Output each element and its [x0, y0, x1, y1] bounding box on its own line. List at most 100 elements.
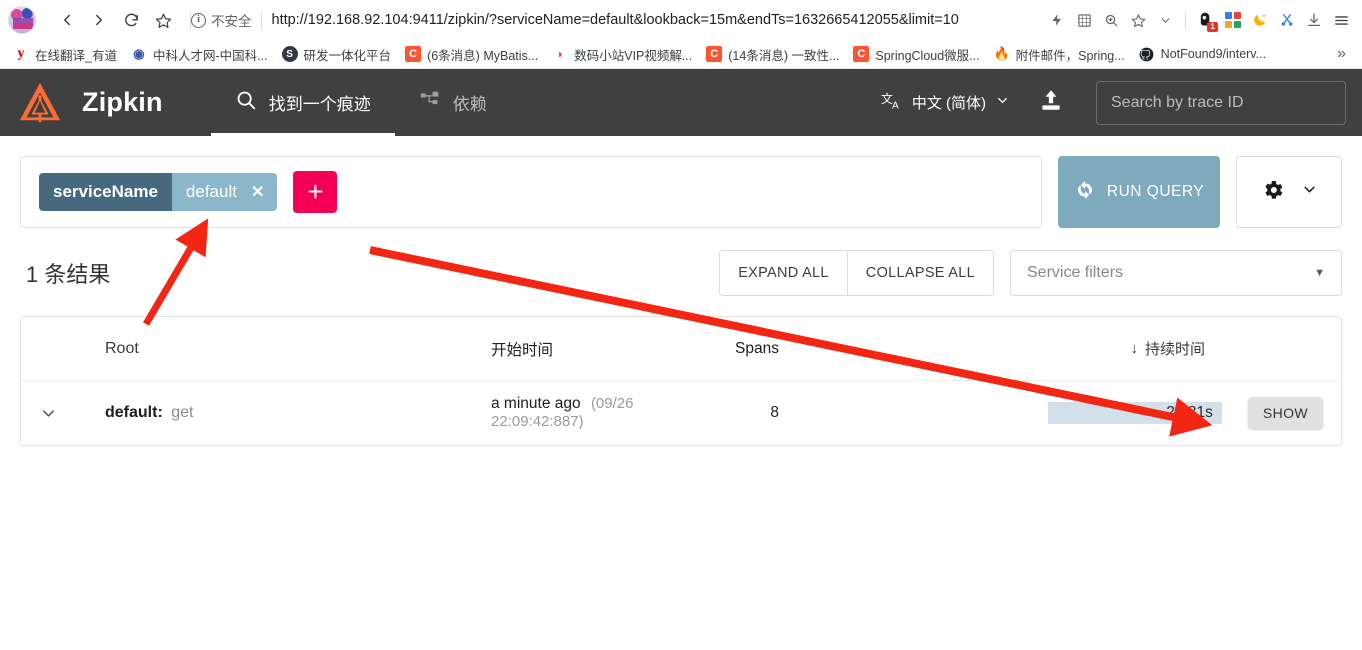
- run-query-label: RUN QUERY: [1106, 183, 1205, 200]
- chevron-down-icon: ▼: [1314, 267, 1325, 279]
- column-header-root[interactable]: Root: [105, 340, 491, 358]
- toolbar-divider: [1185, 11, 1186, 29]
- close-icon[interactable]: ✕: [251, 182, 264, 202]
- bookmark-item[interactable]: NotFound9/interv...: [1132, 43, 1273, 65]
- result-count-label: 1 条结果: [26, 262, 111, 287]
- flame-icon: 🔥: [993, 46, 1010, 62]
- lightning-icon[interactable]: [1044, 6, 1070, 34]
- bookmark-label: 研发一体化平台: [303, 48, 392, 63]
- row-service-name: default:: [105, 404, 163, 421]
- extension-icon[interactable]: 1: [1193, 6, 1219, 34]
- collapse-all-button[interactable]: COLLAPSE ALL: [846, 251, 993, 295]
- bookmark-item[interactable]: y 在线翻译_有道: [6, 42, 124, 67]
- bookmark-item[interactable]: 🔥 附件邮件，Spring...: [987, 42, 1132, 67]
- bookmark-item[interactable]: C (6条消息) MyBatis...: [398, 42, 545, 67]
- duration-bar: 2.781s: [1047, 402, 1222, 424]
- reload-button[interactable]: [116, 5, 146, 35]
- zoom-icon[interactable]: [1098, 6, 1124, 34]
- csdn-icon: C: [853, 46, 870, 62]
- csdn-icon: C: [405, 46, 422, 62]
- column-header-duration[interactable]: ↓ 持续时间: [841, 338, 1323, 359]
- menu-icon[interactable]: [1328, 6, 1354, 34]
- tab-dependencies-label: 依赖: [452, 95, 487, 114]
- zipkin-brand-title: Zipkin: [82, 87, 163, 117]
- search-criteria-box[interactable]: serviceName default ✕ +: [20, 156, 1042, 228]
- table-row[interactable]: default: get a minute ago (09/26 22:09:4…: [21, 381, 1341, 445]
- expand-collapse-group: EXPAND ALL COLLAPSE ALL: [719, 250, 994, 296]
- bookmark-item[interactable]: S 研发一体化平台: [275, 42, 399, 67]
- row-operation-name: get: [171, 404, 194, 421]
- omnibox[interactable]: i 不安全 http://192.168.92.104:9411/zipkin/…: [188, 6, 1036, 34]
- results-toolbar: 1 条结果 EXPAND ALL COLLAPSE ALL Service fi…: [0, 228, 1362, 316]
- search-icon: [235, 89, 257, 116]
- bookmark-label: 数码小站VIP视频解...: [574, 48, 693, 63]
- expand-all-button[interactable]: EXPAND ALL: [720, 251, 847, 295]
- site-security-chip[interactable]: i 不安全: [191, 10, 261, 30]
- upload-icon: [1038, 87, 1064, 118]
- row-start-time-cell: a minute ago (09/26 22:09:42:887): [491, 395, 691, 431]
- upload-trace-json-button[interactable]: [1020, 81, 1082, 124]
- bookmark-label: (6条消息) MyBatis...: [427, 48, 539, 63]
- results-toolbar-right: EXPAND ALL COLLAPSE ALL Service filters …: [719, 250, 1342, 296]
- add-criterion-button[interactable]: +: [293, 171, 338, 213]
- query-settings-button[interactable]: [1236, 156, 1342, 228]
- bookmarks-overflow-button[interactable]: »: [1327, 45, 1356, 63]
- column-header-spans[interactable]: Spans: [691, 340, 841, 358]
- sort-descending-icon: ↓: [1130, 340, 1138, 357]
- query-bar: serviceName default ✕ + RUN QUERY: [0, 136, 1362, 228]
- column-header-duration-label: 持续时间: [1144, 341, 1205, 358]
- github-icon: [1138, 46, 1155, 62]
- trace-id-search-input[interactable]: Search by trace ID: [1096, 80, 1346, 125]
- extension-badge-count: 1: [1207, 22, 1218, 32]
- scissors-icon[interactable]: [1274, 6, 1300, 34]
- translate-icon: 文A: [881, 90, 903, 116]
- bookmark-label: (14条消息) 一致性...: [728, 48, 840, 63]
- row-start-relative: a minute ago: [491, 395, 581, 412]
- bookmark-label: 附件邮件，Spring...: [1015, 48, 1125, 63]
- row-expand-toggle[interactable]: [39, 404, 105, 423]
- chevron-down-icon[interactable]: [1152, 6, 1178, 34]
- star-icon[interactable]: [1125, 6, 1151, 34]
- screenshot-icon[interactable]: [1071, 6, 1097, 34]
- dark-mode-icon[interactable]: [1247, 6, 1273, 34]
- column-header-start-time[interactable]: 开始时间: [491, 338, 691, 360]
- show-trace-button[interactable]: SHOW: [1247, 397, 1323, 429]
- browser-toolbar: i 不安全 http://192.168.92.104:9411/zipkin/…: [0, 0, 1362, 40]
- chevron-down-icon: [995, 93, 1010, 112]
- results-table: Root 开始时间 Spans ↓ 持续时间 default: get a mi…: [20, 316, 1342, 446]
- download-icon[interactable]: [1301, 6, 1327, 34]
- trace-id-search-placeholder: Search by trace ID: [1111, 93, 1244, 111]
- language-label: 中文 (简体): [911, 95, 986, 112]
- zipkin-header-right: 文A 中文 (简体) Search by trace ID: [871, 80, 1346, 125]
- apps-grid-icon[interactable]: [1220, 6, 1246, 34]
- globe-icon: S: [281, 46, 298, 62]
- url-text[interactable]: http://192.168.92.104:9411/zipkin/?servi…: [262, 12, 1035, 28]
- back-button[interactable]: [52, 5, 82, 35]
- bookmark-item[interactable]: ◉ 中科人才网-中国科...: [124, 42, 275, 67]
- criterion-key: serviceName: [39, 173, 172, 211]
- bookmark-item[interactable]: C SpringCloud微服...: [846, 42, 986, 67]
- zipkin-main-nav: 找到一个痕迹 依赖: [210, 69, 511, 136]
- forward-button[interactable]: [84, 5, 114, 35]
- bookmark-item[interactable]: C (14条消息) 一致性...: [699, 42, 846, 67]
- csdn-icon: C: [706, 46, 723, 62]
- row-root-cell: default: get: [105, 404, 491, 422]
- video-icon: ◗: [552, 46, 569, 62]
- service-filters-select[interactable]: Service filters ▼: [1010, 250, 1342, 296]
- zipkin-logo-icon[interactable]: [16, 79, 64, 127]
- tab-find-a-trace[interactable]: 找到一个痕迹: [210, 69, 395, 136]
- run-query-button[interactable]: RUN QUERY: [1058, 156, 1220, 228]
- bookmarks-bar: y 在线翻译_有道 ◉ 中科人才网-中国科... S 研发一体化平台 C (6条…: [0, 40, 1362, 69]
- criterion-value[interactable]: default ✕: [171, 173, 278, 211]
- bookmark-star-button[interactable]: [148, 5, 178, 35]
- row-duration-cell: 2.781s SHOW: [841, 397, 1323, 429]
- profile-avatar[interactable]: [8, 6, 36, 34]
- chevron-down-icon: [1301, 181, 1318, 203]
- tab-dependencies[interactable]: 依赖: [395, 69, 511, 136]
- bookmark-item[interactable]: ◗ 数码小站VIP视频解...: [545, 42, 699, 67]
- toolbar-icon-group: 1: [1044, 6, 1354, 34]
- plus-icon: +: [307, 176, 324, 207]
- criterion-value-label: default: [185, 182, 237, 201]
- criterion-chip-servicename[interactable]: serviceName default ✕: [39, 173, 278, 211]
- language-selector[interactable]: 文A 中文 (简体): [871, 84, 1020, 122]
